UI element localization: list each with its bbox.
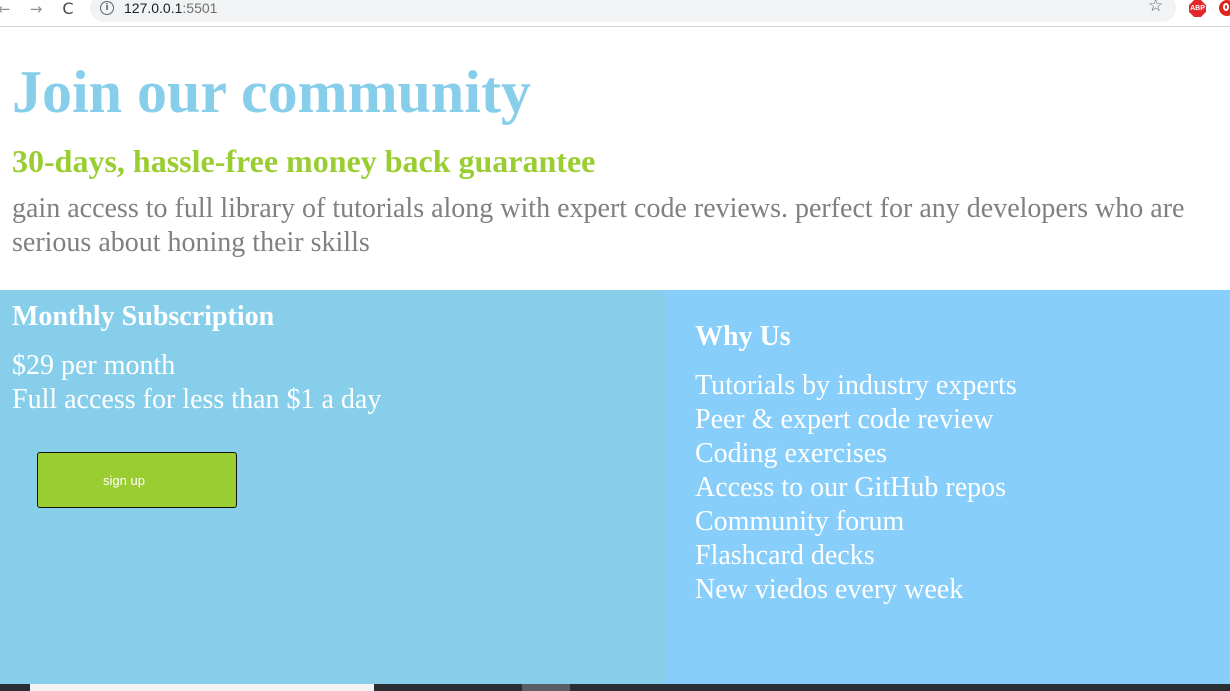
adblock-plus-icon[interactable]: ABP [1189,0,1206,17]
address-bar[interactable]: i 127.0.0.1:5501 ☆ [90,0,1176,22]
list-item: Peer & expert code review [695,404,994,435]
subscription-price: $29 per month [12,350,176,381]
subscription-title: Monthly Subscription [12,301,275,332]
sign-up-button[interactable]: sign up [37,452,237,508]
list-item: Access to our GitHub repos [695,472,1007,503]
taskbar-item[interactable] [522,684,570,691]
page-title: Join our community [12,59,531,125]
reload-icon[interactable]: C [58,0,78,18]
subscription-note: Full access for less than $1 a day [12,384,382,415]
opera-icon[interactable] [1219,0,1230,16]
list-item: Flashcard decks [695,540,875,571]
why-us-panel: Why Us Tutorials by industry experts Pee… [665,290,1230,684]
list-item: Tutorials by industry experts [695,370,1017,401]
taskbar [0,684,1230,691]
hero-description: gain access to full library of tutorials… [12,193,1185,258]
url-host: 127.0.0.1 [124,0,183,16]
forward-arrow-icon[interactable]: → [26,0,46,18]
url-port: :5501 [182,0,218,16]
back-arrow-icon[interactable]: ← [0,0,14,18]
info-icon[interactable]: i [100,1,114,15]
browser-toolbar: ← → C i 127.0.0.1:5501 ☆ ABP [0,0,1230,27]
features-list: Tutorials by industry experts Peer & exp… [695,369,1017,607]
list-item: Community forum [695,506,905,537]
taskbar-item[interactable] [30,684,374,691]
guarantee-subtitle: 30-days, hassle-free money back guarante… [12,143,596,179]
why-us-title: Why Us [695,321,791,352]
list-item: Coding exercises [695,438,888,469]
url-text[interactable]: 127.0.0.1:5501 [124,0,217,16]
star-icon[interactable]: ☆ [1148,0,1163,16]
list-item: New viedos every week [695,574,964,605]
subscription-panel: Monthly Subscription $29 per month Full … [0,290,665,684]
